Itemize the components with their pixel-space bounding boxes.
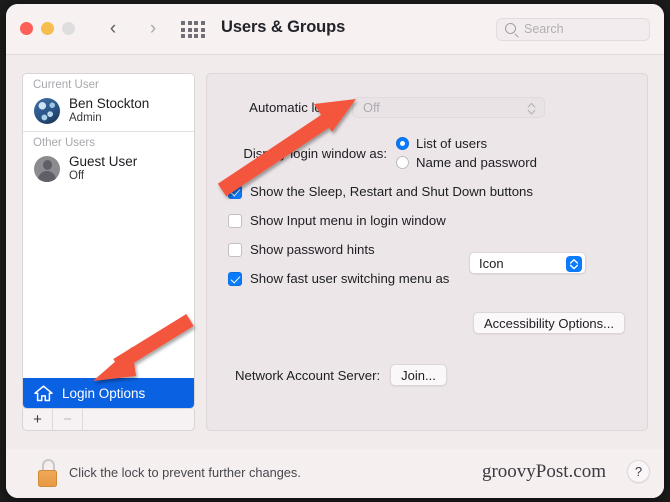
list-item-current-user[interactable]: Ben Stockton Admin [23,93,194,131]
checkbox-show-password-hints[interactable]: Show password hints [228,242,375,257]
display-login-window-radio-group: List of users Name and password [396,134,537,172]
users-list: Current User Ben Stockton Admin Other Us… [22,73,195,409]
checkbox-show-fast-user-switching[interactable]: Show fast user switching menu as [228,271,449,286]
radio-button-icon [396,137,409,150]
sidebar-item-login-options[interactable]: Login Options [23,378,194,408]
network-account-server-label: Network Account Server: [235,367,381,383]
user-role: Admin [69,112,102,124]
add-remove-toolbar: + − [22,409,195,431]
zoom-button [62,22,75,35]
checkbox-show-input-menu[interactable]: Show Input menu in login window [228,213,446,228]
search-field[interactable]: Search [496,18,650,41]
padlock-body [38,470,57,487]
unlocked-padlock-icon[interactable] [38,459,60,487]
show-all-icon[interactable] [181,21,205,40]
checkbox-icon [228,184,242,199]
user-name: Guest User [69,154,138,169]
checkbox-icon [228,213,242,228]
search-placeholder: Search [524,22,564,36]
display-login-window-label: Display login window as: [243,145,387,161]
checkbox-icon [228,242,242,257]
group-heading-current-user: Current User [23,74,194,93]
accessibility-options-button[interactable]: Accessibility Options... [472,312,625,334]
join-button[interactable]: Join... [390,364,447,386]
user-name: Ben Stockton [69,96,150,111]
person-avatar [34,155,60,182]
sidebar-item-label: Login Options [62,385,146,401]
page-title: Users & Groups [221,18,346,36]
checkbox-label: Show Input menu in login window [250,213,446,228]
radio-label: List of users [416,136,488,151]
automatic-login-popup: Off [352,97,545,118]
login-options-pane: Automatic login: Off Display login windo… [206,73,648,431]
forward-button[interactable]: › [142,17,164,41]
system-preferences-window: ‹ › Users & Groups Search Current User B… [6,4,664,498]
fast-user-switching-value: Icon [479,255,504,271]
user-role: Off [69,170,85,182]
fast-user-switching-popup[interactable]: Icon [469,252,586,274]
group-heading-other-users: Other Users [23,132,194,151]
automatic-login-label: Automatic login: [249,100,343,115]
checkbox-icon [228,271,242,286]
radio-list-of-users[interactable]: List of users [396,134,537,153]
radio-button-icon [396,156,409,169]
add-user-button[interactable]: + [23,409,53,430]
checkbox-label: Show password hints [250,242,375,257]
automatic-login-row: Automatic login: Off [235,97,545,118]
radio-name-and-password[interactable]: Name and password [396,153,537,172]
display-login-window-row: Display login window as: List of users N… [235,134,537,172]
window-body: Current User Ben Stockton Admin Other Us… [6,55,664,449]
radio-label: Name and password [416,155,537,170]
automatic-login-value: Off [363,100,380,115]
watermark: groovyPost.com [481,461,606,482]
network-account-server-row: Network Account Server: Join... [235,364,447,386]
help-button[interactable]: ? [627,460,650,483]
checkbox-label: Show the Sleep, Restart and Shut Down bu… [250,184,533,199]
list-item-guest-user[interactable]: Guest User Off [23,151,194,189]
chevron-up-down-icon [527,101,536,116]
back-button[interactable]: ‹ [102,17,124,41]
traffic-lights [20,22,75,35]
bottom-bar: Click the lock to prevent further change… [6,449,664,498]
home-icon [34,384,53,402]
close-button[interactable] [20,22,33,35]
search-icon [505,23,516,34]
lock-hint-text: Click the lock to prevent further change… [69,465,301,480]
minimize-button[interactable] [41,22,54,35]
title-bar: ‹ › Users & Groups Search [6,4,664,55]
globe-avatar [34,97,60,124]
chevron-up-down-icon[interactable] [566,255,582,272]
checkbox-show-sleep-restart-shutdown[interactable]: Show the Sleep, Restart and Shut Down bu… [228,184,533,199]
checkbox-label: Show fast user switching menu as [250,271,450,286]
remove-user-button: − [53,409,83,430]
